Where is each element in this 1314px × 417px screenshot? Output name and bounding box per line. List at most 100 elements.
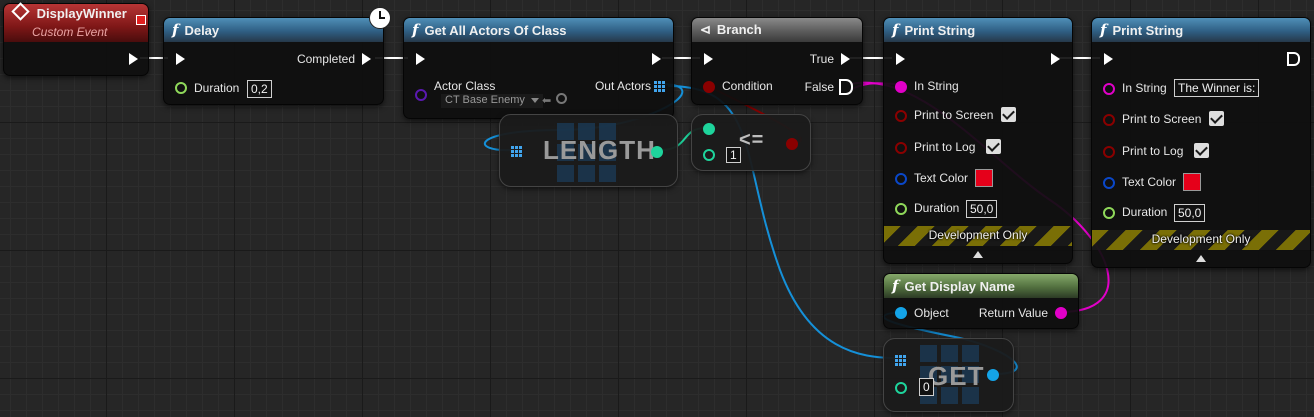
print2-exec-in-pin[interactable] <box>1104 53 1113 65</box>
print1-duration-label: Duration <box>914 201 960 215</box>
actor-class-dropdown[interactable]: CT Base Enemy <box>441 94 543 108</box>
print1-log-pin[interactable] <box>895 142 907 154</box>
print2-screen-pin[interactable] <box>1103 114 1115 126</box>
branch-node[interactable]: ⊲ Branch True Condition False <box>691 17 863 105</box>
print2-log-label: Print to Log <box>1122 144 1184 158</box>
function-icon: f <box>892 21 899 39</box>
print1-screen-checkbox[interactable] <box>1001 107 1016 122</box>
get-all-actors-exec-in-pin[interactable] <box>416 53 425 65</box>
length-title: LENGTH <box>543 135 656 165</box>
out-actors-array-pin-icon[interactable] <box>654 81 665 92</box>
display-name-object-pin[interactable] <box>895 307 907 319</box>
event-diamond-icon <box>11 2 30 21</box>
use-selected-arrow-icon[interactable]: ⬅ <box>542 94 551 107</box>
get-out-pin[interactable] <box>987 369 999 381</box>
get-index-pin[interactable] <box>895 382 907 394</box>
branch-true-pin[interactable] <box>841 53 850 65</box>
length-int-out-pin[interactable] <box>651 146 663 158</box>
print1-expand-arrow-icon[interactable] <box>973 251 983 258</box>
print2-log-checkbox[interactable] <box>1194 143 1209 158</box>
print1-duration-input[interactable]: 50,0 <box>966 200 998 218</box>
print2-duration-label: Duration <box>1122 205 1168 219</box>
print2-in-string-pin[interactable] <box>1103 83 1115 95</box>
get-array-in-pin[interactable] <box>895 355 906 366</box>
print2-screen-label: Print to Screen <box>1122 112 1202 126</box>
delay-completed-label: Completed <box>296 52 355 66</box>
print2-duration-input[interactable]: 50,0 <box>1174 204 1206 222</box>
compare-node[interactable]: <= 1 <box>691 114 811 171</box>
actor-class-value: CT Base Enemy <box>445 94 525 106</box>
print-string-1-node[interactable]: f Print String In String Print to Screen … <box>883 17 1073 264</box>
print2-log-pin[interactable] <box>1103 146 1115 158</box>
print-string-2-node[interactable]: f Print String In String The Winner is: P… <box>1091 17 1311 268</box>
function-icon: f <box>172 21 179 39</box>
print2-color-pin[interactable] <box>1103 177 1115 189</box>
display-name-object-label: Object <box>914 306 949 320</box>
get-title: GET <box>928 361 985 391</box>
custom-event-node[interactable]: DisplayWinner Custom Event <box>3 2 149 76</box>
print2-color-swatch[interactable] <box>1183 173 1201 191</box>
out-actors-label: Out Actors <box>594 79 651 93</box>
function-icon: f <box>1100 21 1107 39</box>
print-string-1-title: Print String <box>904 23 976 38</box>
print1-dev-only-label: Development Only <box>928 228 1028 242</box>
function-icon: f <box>892 277 899 295</box>
delay-node[interactable]: f Delay Completed Duration 0,2 <box>163 17 384 105</box>
compare-b-input[interactable]: 1 <box>726 147 741 163</box>
branch-condition-pin[interactable] <box>703 81 715 93</box>
print1-screen-pin[interactable] <box>895 110 907 122</box>
length-array-in-pin[interactable] <box>511 146 522 157</box>
delay-title: Delay <box>184 23 220 38</box>
print2-color-label: Text Color <box>1122 175 1177 189</box>
get-all-actors-exec-out-pin[interactable] <box>652 53 661 65</box>
get-node[interactable]: GET 0 <box>883 338 1014 412</box>
print2-exec-out-pin[interactable] <box>1287 52 1300 66</box>
get-index-input[interactable]: 0 <box>919 378 934 396</box>
browse-search-icon[interactable] <box>556 93 567 104</box>
print1-exec-out-pin[interactable] <box>1051 53 1060 65</box>
event-exec-out-pin[interactable] <box>129 53 138 65</box>
print1-in-string-label: In String <box>914 79 959 93</box>
print1-in-string-pin[interactable] <box>895 81 907 93</box>
display-name-return-pin[interactable] <box>1055 307 1067 319</box>
function-icon: f <box>412 21 419 39</box>
print1-duration-pin[interactable] <box>895 203 907 215</box>
delegate-pin[interactable] <box>136 15 146 25</box>
print-string-2-title: Print String <box>1112 23 1184 38</box>
print1-log-label: Print to Log <box>914 140 976 154</box>
branch-false-label: False <box>804 80 834 94</box>
compare-b-pin[interactable] <box>703 149 715 161</box>
print2-screen-checkbox[interactable] <box>1209 111 1224 126</box>
branch-exec-in-pin[interactable] <box>704 53 713 65</box>
print2-duration-pin[interactable] <box>1103 207 1115 219</box>
get-all-actors-title: Get All Actors Of Class <box>424 23 567 38</box>
delay-duration-pin[interactable] <box>175 82 187 94</box>
print2-in-string-input[interactable]: The Winner is: <box>1174 79 1260 97</box>
print2-dev-only-label: Development Only <box>1151 232 1251 246</box>
delay-duration-input[interactable]: 0,2 <box>247 80 272 98</box>
length-node[interactable]: LENGTH <box>499 114 678 187</box>
delay-completed-pin[interactable] <box>362 53 371 65</box>
print1-color-pin[interactable] <box>895 173 907 185</box>
print1-color-label: Text Color <box>914 171 969 185</box>
branch-false-pin[interactable] <box>839 79 853 95</box>
compare-a-pin[interactable] <box>703 123 715 135</box>
actor-class-pin[interactable] <box>415 89 427 101</box>
branch-condition-label: Condition <box>722 79 773 93</box>
event-subtitle: Custom Event <box>32 25 108 39</box>
print1-color-swatch[interactable] <box>975 169 993 187</box>
compare-bool-out-pin[interactable] <box>786 138 798 150</box>
print1-log-checkbox[interactable] <box>986 139 1001 154</box>
clock-icon <box>369 7 391 29</box>
print1-exec-in-pin[interactable] <box>896 53 905 65</box>
chevron-down-icon <box>530 97 539 103</box>
get-display-name-title: Get Display Name <box>904 279 1015 294</box>
print1-screen-label: Print to Screen <box>914 108 994 122</box>
print2-expand-arrow-icon[interactable] <box>1196 255 1206 262</box>
delay-exec-in-pin[interactable] <box>176 53 185 65</box>
branch-title: Branch <box>716 22 762 37</box>
get-all-actors-node[interactable]: f Get All Actors Of Class Actor Class CT … <box>403 17 674 119</box>
print2-in-string-label: In String <box>1122 81 1167 95</box>
get-display-name-node[interactable]: f Get Display Name Object Return Value <box>883 273 1079 329</box>
branch-true-label: True <box>809 52 834 66</box>
